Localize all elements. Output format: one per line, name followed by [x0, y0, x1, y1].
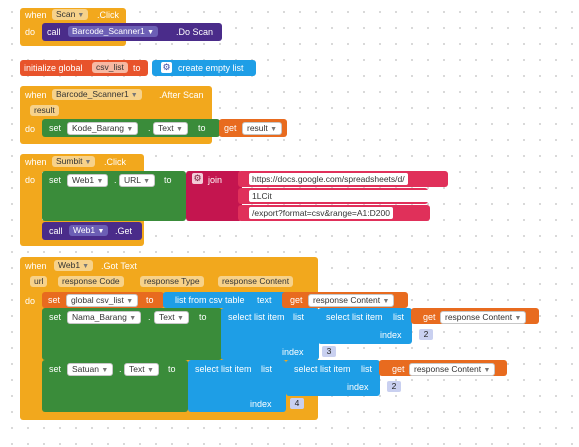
call-keyword: call	[47, 27, 61, 37]
property-dropdown[interactable]: Text ▼	[153, 122, 188, 135]
set-keyword: set	[48, 295, 61, 305]
index-number[interactable]: 3	[322, 346, 336, 357]
variable-dropdown[interactable]: response Content ▼	[440, 311, 527, 324]
to-keyword: to	[198, 123, 206, 133]
property-dropdown[interactable]: Text ▼	[124, 363, 159, 376]
url-part-3[interactable]: /export?format=csv&range=A1:D200	[249, 207, 393, 219]
component-dropdown[interactable]: Barcode_Scanner1 ▼	[68, 26, 159, 37]
set-satuan-block[interactable]	[42, 360, 188, 412]
gear-icon[interactable]: ⚙	[161, 62, 172, 73]
do-keyword: do	[25, 27, 36, 37]
select-list-item-label: select list item	[228, 312, 285, 322]
param-url[interactable]: url	[30, 276, 48, 287]
variable-dropdown[interactable]: global csv_list ▼	[66, 294, 139, 307]
dot-separator: .	[148, 123, 151, 133]
event-name: .Got Text	[101, 261, 137, 271]
component-dropdown[interactable]: Nama_Barang ▼	[67, 311, 142, 324]
param-result[interactable]: result	[30, 105, 59, 116]
index-keyword: index	[380, 330, 402, 340]
create-empty-list-label: create empty list	[178, 63, 244, 73]
list-from-csv-label: list from csv table	[175, 295, 245, 305]
component-dropdown[interactable]: Web1 ▼	[69, 225, 109, 236]
index-keyword: index	[282, 347, 304, 357]
component-dropdown[interactable]: Web1 ▼	[54, 260, 93, 271]
list-keyword: list	[261, 364, 272, 374]
index-keyword: index	[347, 382, 369, 392]
list-keyword: list	[293, 312, 304, 322]
component-dropdown[interactable]: Sumbit ▼	[52, 156, 96, 167]
method-name: .Do Scan	[176, 27, 214, 37]
when-keyword: when	[25, 10, 47, 20]
param-response-type[interactable]: response Type	[140, 276, 204, 287]
set-keyword: set	[49, 123, 62, 133]
event-name: .After Scan	[159, 90, 204, 100]
call-keyword: call	[49, 226, 63, 236]
method-name: .Get	[115, 226, 133, 236]
when-keyword: when	[25, 261, 47, 271]
param-response-content[interactable]: response Content	[218, 276, 294, 287]
event-name: .Click	[104, 157, 126, 167]
property-dropdown[interactable]: Text ▼	[154, 311, 189, 324]
select-list-item-label: select list item	[195, 364, 252, 374]
url-part-1[interactable]: https://docs.google.com/spreadsheets/d/	[249, 173, 408, 185]
get-keyword: get	[423, 312, 436, 322]
index-keyword: index	[250, 399, 272, 409]
to-keyword: to	[146, 295, 154, 305]
variable-dropdown[interactable]: result ▼	[242, 122, 283, 135]
variable-dropdown[interactable]: response Content ▼	[409, 363, 496, 376]
dot-separator: .	[114, 175, 117, 185]
set-keyword: set	[49, 364, 62, 374]
gear-icon[interactable]: ⚙	[192, 173, 203, 184]
set-keyword: set	[49, 312, 62, 322]
get-keyword: get	[290, 295, 303, 305]
select-list-item-label: select list item	[294, 364, 351, 374]
component-dropdown[interactable]: Barcode_Scanner1 ▼	[52, 89, 142, 100]
get-keyword: get	[392, 364, 405, 374]
variable-name-field[interactable]: csv_list	[92, 62, 128, 73]
to-keyword: to	[168, 364, 176, 374]
url-part-2[interactable]: 1LCit	[249, 190, 455, 202]
property-dropdown[interactable]: URL ▼	[119, 174, 156, 187]
when-keyword: when	[25, 157, 47, 167]
component-dropdown[interactable]: Scan ▼	[52, 9, 89, 20]
dot-separator: .	[119, 364, 122, 374]
get-keyword: get	[224, 123, 237, 133]
to-keyword: to	[199, 312, 207, 322]
initialize-label: initialize global	[24, 63, 83, 73]
index-number[interactable]: 2	[419, 329, 433, 340]
list-keyword: list	[393, 312, 404, 322]
index-number[interactable]: 2	[387, 381, 401, 392]
when-keyword: when	[25, 90, 47, 100]
variable-dropdown[interactable]: response Content ▼	[308, 294, 395, 307]
component-dropdown[interactable]: Kode_Barang ▼	[67, 122, 139, 135]
to-keyword: to	[164, 175, 172, 185]
do-keyword: do	[25, 175, 36, 185]
do-keyword: do	[25, 296, 36, 306]
dot-separator: .	[148, 312, 151, 322]
component-dropdown[interactable]: Web1 ▼	[67, 174, 109, 187]
event-name: .Click	[97, 10, 119, 20]
join-keyword: join	[208, 175, 223, 185]
to-keyword: to	[133, 63, 141, 73]
param-response-code[interactable]: response Code	[58, 276, 124, 287]
set-keyword: set	[49, 175, 62, 185]
list-keyword: list	[361, 364, 372, 374]
select-list-item-label: select list item	[326, 312, 383, 322]
text-keyword: text	[257, 295, 272, 305]
index-number[interactable]: 4	[290, 398, 304, 409]
component-dropdown[interactable]: Satuan ▼	[67, 363, 114, 376]
do-keyword: do	[25, 124, 36, 134]
